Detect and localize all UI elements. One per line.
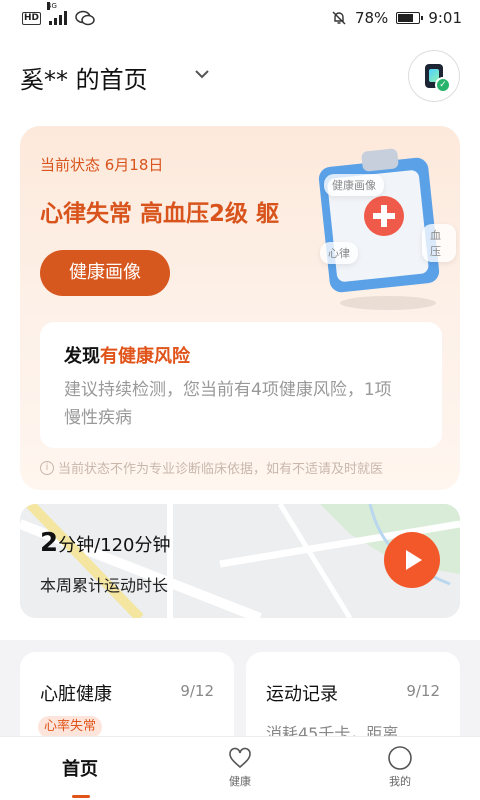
network-type-label: 4G	[47, 2, 57, 10]
bottom-nav: 首页 健康 我的	[0, 736, 480, 800]
risk-title-prefix: 发现	[64, 346, 100, 367]
chevron-down-icon[interactable]	[192, 64, 212, 84]
nav-home-label: 首页	[62, 759, 98, 780]
clipboard-clip	[361, 148, 399, 172]
risk-description: 建议持续检测，您当前有4项健康风险，1项慢性疾病	[64, 380, 392, 428]
signal-icon: 4G	[47, 2, 68, 25]
clock: 9:01	[428, 9, 462, 27]
exercise-current: 2	[40, 528, 59, 558]
header: 奚** 的首页 ✓	[0, 48, 480, 104]
exercise-record-title: 运动记录	[266, 684, 338, 705]
device-button[interactable]: ✓	[408, 50, 460, 102]
hd-indicator: HD	[22, 11, 42, 25]
risk-title-highlight: 有健康风险	[100, 346, 190, 367]
nav-health[interactable]: 健康	[160, 737, 320, 800]
exercise-record-date: 9/12	[406, 682, 440, 700]
start-exercise-button[interactable]	[384, 532, 440, 588]
profile-circle-icon	[388, 746, 412, 770]
risk-title: 发现有健康风险	[64, 342, 190, 368]
risk-box[interactable]: 发现有健康风险 建议持续检测，您当前有4项健康风险，1项慢性疾病	[40, 322, 442, 448]
clipboard-illustration: 健康画像 心律 血压	[296, 140, 456, 320]
exercise-unit: 分钟/120分钟	[58, 535, 171, 556]
check-icon: ✓	[435, 77, 451, 93]
nav-mine-label: 我的	[389, 775, 411, 788]
health-profile-button[interactable]: 健康画像	[40, 250, 170, 296]
disclaimer: i 当前状态不作为专业诊断临床依据，如有不适请及时就医	[40, 458, 450, 477]
status-right: 78% 9:01	[331, 9, 462, 27]
conditions-text: 心律失常 高血压2级 躯	[40, 201, 280, 227]
status-date: 当前状态 6月18日	[40, 156, 164, 174]
nav-mine[interactable]: 我的	[320, 737, 480, 800]
exercise-card[interactable]: 2分钟/120分钟 本周累计运动时长	[20, 504, 460, 618]
illustration-shadow	[340, 296, 436, 310]
nav-home[interactable]: 首页	[0, 737, 160, 800]
medical-cross-icon	[364, 196, 404, 236]
arrhythmia-badge: 心率失常	[38, 716, 103, 738]
heart-health-date: 9/12	[180, 682, 214, 700]
info-icon: i	[40, 460, 54, 475]
disclaimer-text: 当前状态不作为专业诊断临床依据，如有不适请及时就医	[58, 462, 384, 477]
tag-health-profile: 健康画像	[324, 174, 384, 196]
battery-icon	[396, 12, 424, 24]
heart-health-title: 心脏健康	[40, 684, 112, 705]
health-status-card[interactable]: 当前状态 6月18日 心律失常 高血压2级 躯 健康画像 健康画像 心律 血压 …	[20, 126, 460, 490]
exercise-label: 本周累计运动时长	[40, 576, 169, 595]
nav-health-label: 健康	[229, 775, 251, 788]
exercise-progress: 2分钟/120分钟	[40, 528, 171, 558]
battery-percent: 78%	[354, 9, 389, 27]
nav-active-indicator	[72, 795, 90, 798]
wechat-icon	[75, 10, 95, 26]
heart-icon	[229, 747, 251, 769]
page-title[interactable]: 奚** 的首页	[20, 60, 148, 95]
status-left: HD 4G	[22, 2, 95, 26]
tag-heart-rhythm: 心律	[320, 242, 358, 264]
bell-mute-icon	[332, 11, 346, 25]
status-bar: HD 4G 78% 9:01	[0, 0, 480, 36]
tag-blood-pressure: 血压	[422, 224, 456, 262]
